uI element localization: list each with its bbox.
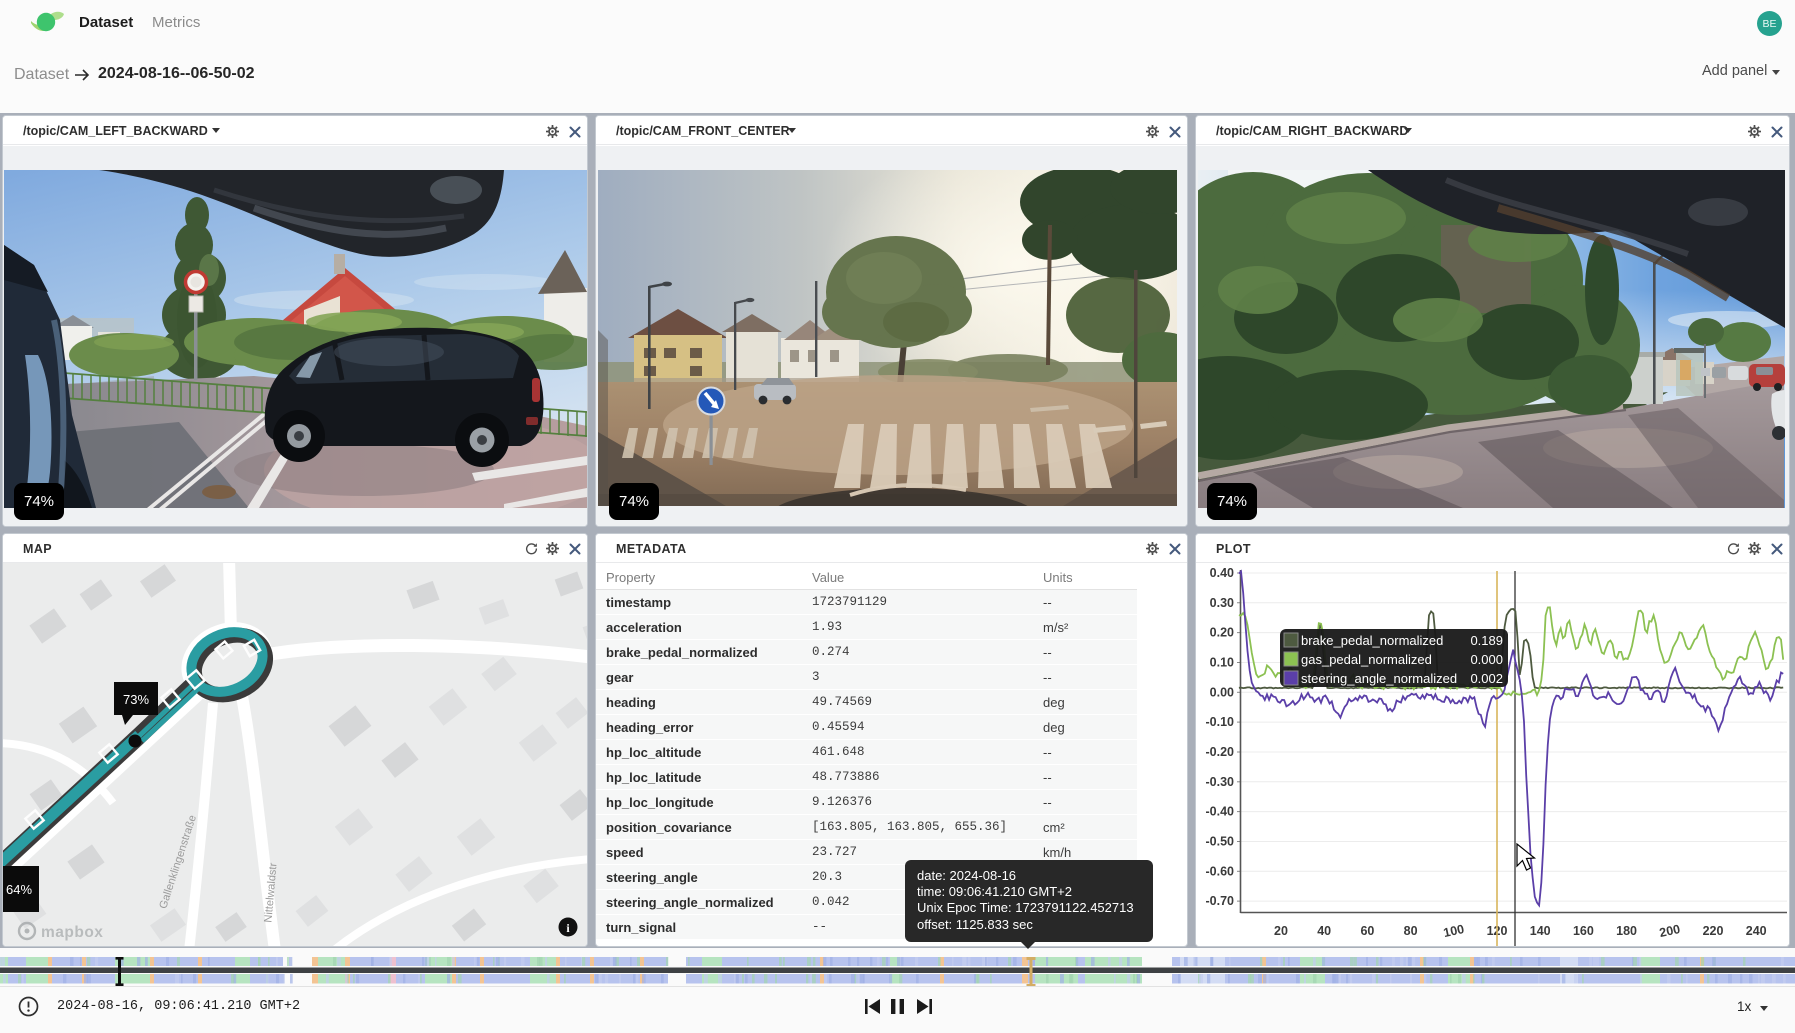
svg-text:-0.70: -0.70 [1206,894,1235,908]
svg-text:0.40: 0.40 [1210,566,1234,580]
svg-text:220: 220 [1703,924,1724,938]
svg-text:mapbox: mapbox [41,924,103,941]
svg-text:-0.10: -0.10 [1206,715,1235,729]
svg-text:-0.50: -0.50 [1206,835,1235,849]
svg-text:40: 40 [1317,924,1331,938]
svg-text:20: 20 [1274,924,1288,938]
svg-text:0.20: 0.20 [1210,626,1234,640]
svg-text:-0.30: -0.30 [1206,775,1235,789]
svg-text:240: 240 [1746,924,1767,938]
svg-text:140: 140 [1530,924,1551,938]
svg-text:brake_pedal_normalized: brake_pedal_normalized [1301,633,1443,648]
svg-text:64%: 64% [6,882,32,897]
svg-text:80: 80 [1404,924,1418,938]
svg-text:0.000: 0.000 [1470,652,1503,667]
svg-text:-0.60: -0.60 [1206,864,1235,878]
svg-text:60: 60 [1360,924,1374,938]
svg-text:gas_pedal_normalized: gas_pedal_normalized [1301,652,1432,667]
svg-text:0.00: 0.00 [1210,685,1234,699]
svg-text:steering_angle_normalized: steering_angle_normalized [1301,671,1457,686]
svg-text:-0.20: -0.20 [1206,745,1235,759]
svg-text:73%: 73% [123,692,149,707]
svg-text:0.10: 0.10 [1210,656,1234,670]
svg-text:0.30: 0.30 [1210,596,1234,610]
svg-text:160: 160 [1573,924,1594,938]
svg-text:-0.40: -0.40 [1206,805,1235,819]
svg-text:0.189: 0.189 [1470,633,1503,648]
svg-text:0.002: 0.002 [1470,671,1503,686]
svg-text:180: 180 [1616,924,1637,938]
